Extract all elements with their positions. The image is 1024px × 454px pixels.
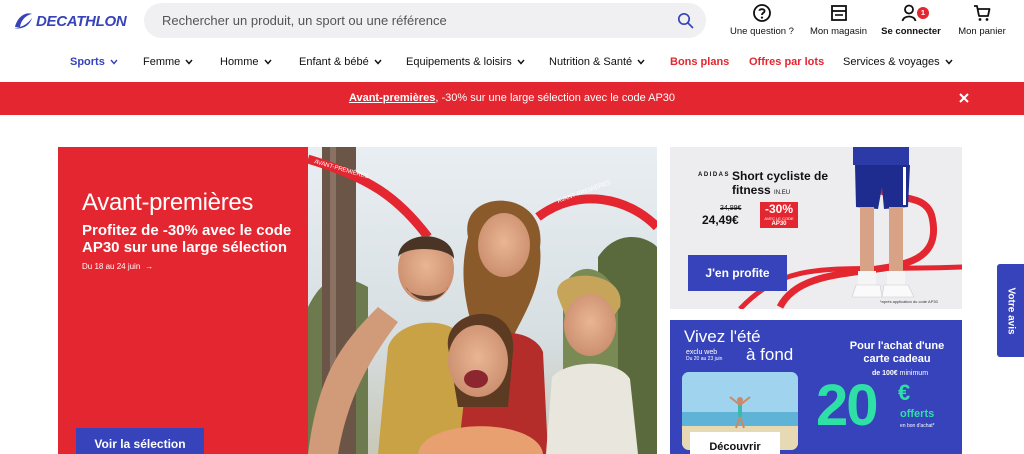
discount-code: AP30	[771, 221, 787, 227]
brand-name: ADIDAS	[698, 172, 731, 178]
help-label: Une question ?	[730, 26, 794, 37]
main-nav: Sports Femme Homme Enfant & bébé Equipem…	[0, 50, 1024, 78]
old-price: 34,99€	[720, 205, 742, 212]
close-icon[interactable]	[958, 92, 970, 104]
header-actions: Une question ? Mon magasin 1 Se connecte…	[722, 2, 1017, 37]
nav-label: Equipements & loisirs	[406, 56, 512, 68]
site-header: DECATHLON Une question ? Mon magasin	[0, 0, 1024, 44]
hero-card[interactable]: Avant-premières Profitez de -30% avec le…	[58, 147, 657, 454]
gift-min-suffix: minimum	[899, 370, 929, 377]
nav-item-enfant[interactable]: Enfant & bébé	[299, 56, 382, 68]
nav-item-bons-plans[interactable]: Bons plans	[670, 56, 729, 68]
nav-item-femme[interactable]: Femme	[143, 56, 193, 68]
gift-offerts: offerts	[900, 408, 935, 420]
nav-item-homme[interactable]: Homme	[220, 56, 272, 68]
discount-badge: -30% AVEC LE CODE AP30	[760, 202, 798, 228]
legal-note: *après application du code AP30	[880, 299, 938, 304]
gift-currency: €	[898, 380, 911, 405]
banner-link[interactable]: Avant-premières	[349, 92, 435, 104]
hero-dates-text: Du 18 au 24 juin	[82, 262, 141, 271]
decathlon-logo-icon	[14, 13, 32, 29]
nav-label: Services & voyages	[843, 56, 940, 68]
nav-label: Sports	[70, 56, 105, 68]
feedback-tab[interactable]: Votre avis	[997, 264, 1024, 357]
store-button[interactable]: Mon magasin	[802, 2, 875, 37]
search-input[interactable]	[144, 3, 706, 38]
login-label: Se connecter	[881, 26, 941, 37]
gift-title-line2: à fond	[746, 345, 794, 364]
product-title: Short cycliste de fitness IN.EU	[732, 169, 852, 200]
question-icon	[753, 4, 771, 22]
gift-big-number: 20	[816, 373, 878, 438]
nav-item-sports[interactable]: Sports	[70, 56, 118, 68]
nav-item-equipements[interactable]: Equipements & loisirs	[406, 56, 525, 68]
new-price: 24,49€	[702, 213, 739, 227]
hero-subtitle: Profitez de -30% avec le code AP30 sur u…	[82, 222, 292, 256]
hero-title: Avant-premières	[82, 189, 254, 216]
chevron-down-icon	[185, 59, 193, 65]
hero-text-panel: Avant-premières Profitez de -30% avec le…	[58, 147, 308, 454]
cart-icon	[974, 5, 991, 21]
family-selfie-image: AVANT-PREMIÈRES AVANT-PREMIÈRES	[308, 147, 657, 454]
help-button[interactable]: Une question ?	[722, 2, 802, 37]
nav-label: Homme	[220, 56, 259, 68]
chevron-down-icon	[517, 59, 525, 65]
arrow-right-icon: →	[145, 262, 154, 271]
search-bar	[144, 3, 706, 38]
banner-text: Avant-premières, -30% sur une large séle…	[0, 92, 1024, 104]
exclu-text: exclu web	[686, 349, 718, 356]
nav-label: Enfant & bébé	[299, 56, 369, 68]
view-selection-button[interactable]: Voir la sélection	[76, 428, 204, 454]
chevron-down-icon	[110, 59, 118, 65]
web-exclusive-label: exclu web Du 20 au 23 juin	[686, 349, 722, 363]
store-label: Mon magasin	[809, 26, 868, 37]
login-button[interactable]: 1 Se connecter	[875, 2, 947, 37]
nav-item-services[interactable]: Services & voyages	[843, 56, 953, 68]
search-icon[interactable]	[677, 12, 694, 29]
chevron-down-icon	[263, 59, 272, 65]
banner-message: , -30% sur une large sélection avec le c…	[435, 92, 676, 104]
cart-button[interactable]: Mon panier	[947, 2, 1017, 37]
chevron-down-icon	[637, 59, 645, 65]
notification-badge: 1	[917, 7, 929, 19]
store-icon	[830, 5, 847, 21]
shop-now-button[interactable]: J'en profite	[688, 255, 787, 291]
nav-label: Bons plans	[670, 56, 730, 68]
nav-label: Offres par lots	[749, 56, 825, 68]
gift-min-amount: de 100€ minimum	[872, 370, 928, 377]
product-title-sup: IN.EU	[774, 190, 791, 196]
logo-text: DECATHLON	[36, 12, 127, 30]
gift-offer-text: Pour l'achat d'une carte cadeau	[849, 340, 945, 365]
gift-title-line1: Vivez l'été	[684, 327, 761, 346]
promo-banner: Avant-premières, -30% sur une large séle…	[0, 82, 1024, 115]
nav-label: Nutrition & Santé	[549, 56, 633, 68]
hero-dates: Du 18 au 24 juin →	[82, 262, 153, 271]
cart-label: Mon panier	[958, 26, 1006, 37]
feedback-label: Votre avis	[1005, 286, 1016, 335]
product-promo-card[interactable]: ADIDAS Short cycliste de fitness IN.EU 3…	[670, 147, 962, 309]
exclu-dates: Du 20 au 23 juin	[686, 356, 723, 362]
user-icon-wrap: 1	[901, 3, 929, 23]
decathlon-logo[interactable]: DECATHLON	[12, 9, 127, 33]
gift-bon-text: en bon d'achat*	[900, 423, 935, 429]
discover-button[interactable]: Découvrir	[690, 432, 780, 454]
nav-label: Femme	[143, 56, 181, 68]
nav-item-offres-lots[interactable]: Offres par lots	[749, 56, 824, 68]
gift-card-promo[interactable]: Vivez l'été à fond exclu web Du 20 au 23…	[670, 320, 962, 454]
discount-value: -30%	[764, 202, 793, 216]
chevron-down-icon	[374, 59, 382, 65]
nav-item-nutrition[interactable]: Nutrition & Santé	[549, 56, 645, 68]
chevron-down-icon	[945, 59, 953, 65]
